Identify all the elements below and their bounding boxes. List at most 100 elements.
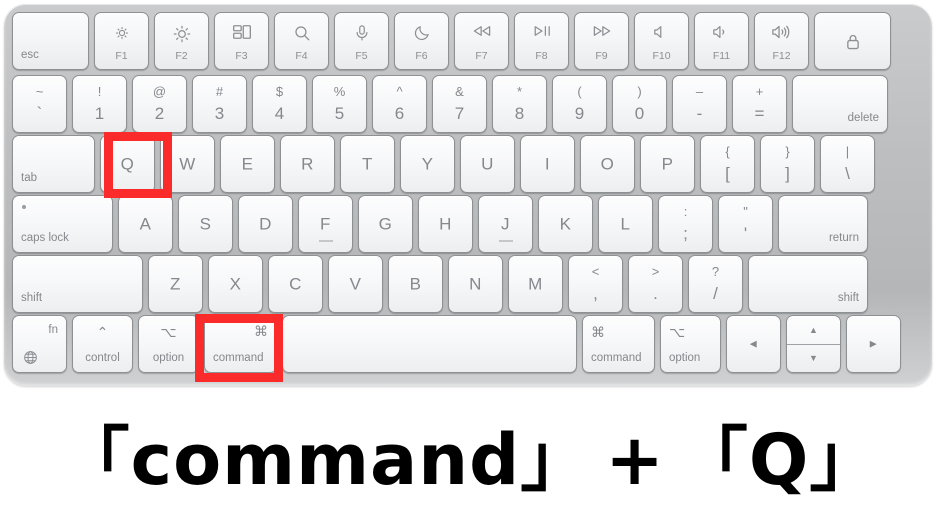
key-period[interactable]: > . bbox=[628, 255, 683, 313]
key-2[interactable]: @ 2 bbox=[132, 75, 187, 133]
key-f7[interactable]: F7 bbox=[454, 12, 509, 70]
key-left-bracket[interactable]: { [ bbox=[700, 135, 755, 193]
key-period-label: . bbox=[653, 284, 658, 303]
key-command-right-label: command bbox=[591, 351, 642, 364]
key-g[interactable]: G bbox=[358, 195, 413, 253]
option-symbol-icon: ⌥ bbox=[160, 324, 177, 340]
key-v[interactable]: V bbox=[328, 255, 383, 313]
key-4[interactable]: $ 4 bbox=[252, 75, 307, 133]
key-touch-id[interactable] bbox=[814, 12, 891, 70]
key-f3[interactable]: F3 bbox=[214, 12, 269, 70]
key-m[interactable]: M bbox=[508, 255, 563, 313]
key-f8[interactable]: F8 bbox=[514, 12, 569, 70]
key-f5[interactable]: F5 bbox=[334, 12, 389, 70]
key-7[interactable]: & 7 bbox=[432, 75, 487, 133]
key-c[interactable]: C bbox=[268, 255, 323, 313]
key-q[interactable]: Q bbox=[100, 135, 155, 193]
key-grave[interactable]: ~ ` bbox=[12, 75, 67, 133]
key-tab[interactable]: tab bbox=[12, 135, 95, 193]
key-minus[interactable]: – - bbox=[672, 75, 727, 133]
key-d[interactable]: D bbox=[238, 195, 293, 253]
key-l[interactable]: L bbox=[598, 195, 653, 253]
arrow-up-icon[interactable]: ▲ bbox=[787, 316, 840, 344]
key-l-label: L bbox=[620, 214, 631, 234]
key-c-label: C bbox=[289, 274, 302, 294]
key-j[interactable]: J bbox=[478, 195, 533, 253]
key-space[interactable] bbox=[282, 315, 577, 373]
key-k[interactable]: K bbox=[538, 195, 593, 253]
volume-mute-icon bbox=[635, 24, 688, 42]
key-5[interactable]: % 5 bbox=[312, 75, 367, 133]
key-semicolon[interactable]: : ; bbox=[658, 195, 713, 253]
key-comma[interactable]: < , bbox=[568, 255, 623, 313]
key-option-right-label: option bbox=[669, 351, 701, 364]
key-option-left[interactable]: ⌥ option bbox=[138, 315, 199, 373]
key-e[interactable]: E bbox=[220, 135, 275, 193]
key-f11[interactable]: F11 bbox=[694, 12, 749, 70]
key-quote-shift-label: " bbox=[743, 204, 748, 219]
key-f1[interactable]: F1 bbox=[94, 12, 149, 70]
key-1[interactable]: ! 1 bbox=[72, 75, 127, 133]
key-globe-fn[interactable]: fn bbox=[12, 315, 67, 373]
key-i[interactable]: I bbox=[520, 135, 575, 193]
key-z[interactable]: Z bbox=[148, 255, 203, 313]
key-p[interactable]: P bbox=[640, 135, 695, 193]
key-f9-label: F9 bbox=[595, 49, 608, 62]
key-r[interactable]: R bbox=[280, 135, 335, 193]
caption-bracket-open-1: 「 bbox=[59, 419, 131, 501]
key-f12[interactable]: F12 bbox=[754, 12, 809, 70]
key-control[interactable]: ⌃ control bbox=[72, 315, 133, 373]
key-f2-label: F2 bbox=[175, 49, 188, 62]
spotlight-search-icon bbox=[275, 24, 328, 42]
key-3[interactable]: # 3 bbox=[192, 75, 247, 133]
key-h[interactable]: H bbox=[418, 195, 473, 253]
key-f4[interactable]: F4 bbox=[274, 12, 329, 70]
key-f9[interactable]: F9 bbox=[574, 12, 629, 70]
key-y[interactable]: Y bbox=[400, 135, 455, 193]
key-quote[interactable]: " ' bbox=[718, 195, 773, 253]
key-delete[interactable]: delete bbox=[792, 75, 888, 133]
key-x[interactable]: X bbox=[208, 255, 263, 313]
key-arrow-left[interactable]: ◀ bbox=[726, 315, 781, 373]
arrow-down-icon[interactable]: ▼ bbox=[787, 344, 840, 372]
key-backslash[interactable]: | \ bbox=[820, 135, 875, 193]
keyboard-row-zxcv: shift Z X C V B N M < , > . ? / shift bbox=[12, 255, 868, 313]
key-f10-label: F10 bbox=[652, 49, 671, 62]
key-shift-left[interactable]: shift bbox=[12, 255, 143, 313]
key-equal-shift-label: + bbox=[755, 84, 764, 99]
key-u[interactable]: U bbox=[460, 135, 515, 193]
key-w[interactable]: W bbox=[160, 135, 215, 193]
key-8-shift-label: * bbox=[516, 84, 523, 99]
key-caps-lock[interactable]: caps lock bbox=[12, 195, 113, 253]
key-arrow-right[interactable]: ▶ bbox=[846, 315, 901, 373]
key-return[interactable]: return bbox=[778, 195, 868, 253]
key-equal[interactable]: + = bbox=[732, 75, 787, 133]
key-0[interactable]: ) 0 bbox=[612, 75, 667, 133]
key-option-right[interactable]: ⌥ option bbox=[660, 315, 721, 373]
key-esc[interactable]: esc bbox=[12, 12, 89, 70]
key-s[interactable]: S bbox=[178, 195, 233, 253]
key-f[interactable]: F bbox=[298, 195, 353, 253]
key-minus-label: - bbox=[696, 104, 703, 123]
key-9-shift-label: ( bbox=[577, 84, 582, 99]
key-shift-right[interactable]: shift bbox=[748, 255, 868, 313]
key-command-right[interactable]: ⌘ command bbox=[582, 315, 655, 373]
key-arrow-up-down[interactable]: ▲ ▼ bbox=[786, 315, 841, 373]
key-f6[interactable]: F6 bbox=[394, 12, 449, 70]
key-o[interactable]: O bbox=[580, 135, 635, 193]
key-b[interactable]: B bbox=[388, 255, 443, 313]
key-7-label: 7 bbox=[454, 104, 465, 123]
key-6[interactable]: ^ 6 bbox=[372, 75, 427, 133]
key-slash[interactable]: ? / bbox=[688, 255, 743, 313]
command-symbol-icon-right: ⌘ bbox=[591, 324, 605, 340]
key-a[interactable]: A bbox=[118, 195, 173, 253]
key-9[interactable]: ( 9 bbox=[552, 75, 607, 133]
key-t[interactable]: T bbox=[340, 135, 395, 193]
key-k-label: K bbox=[559, 214, 572, 234]
key-8[interactable]: * 8 bbox=[492, 75, 547, 133]
key-command-left[interactable]: ⌘ command bbox=[204, 315, 277, 373]
key-right-bracket[interactable]: } ] bbox=[760, 135, 815, 193]
key-f10[interactable]: F10 bbox=[634, 12, 689, 70]
key-n[interactable]: N bbox=[448, 255, 503, 313]
key-f2[interactable]: F2 bbox=[154, 12, 209, 70]
